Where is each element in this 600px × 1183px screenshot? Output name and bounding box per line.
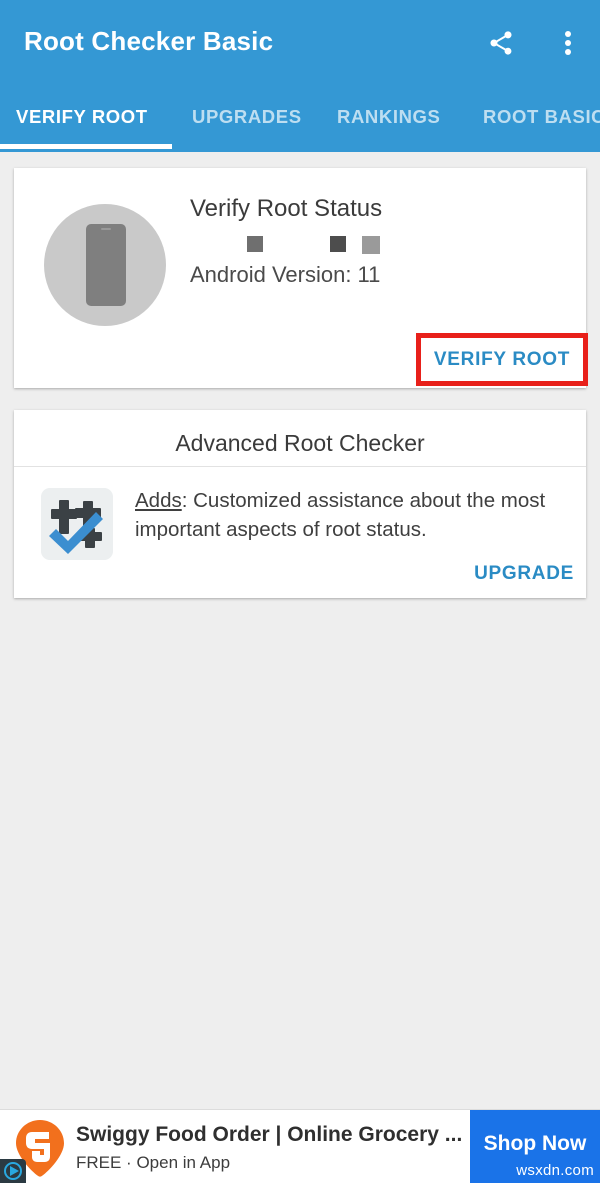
- share-button[interactable]: [478, 20, 524, 66]
- dot: [565, 48, 571, 55]
- overflow-menu-button[interactable]: [548, 20, 588, 66]
- advanced-card-title: Advanced Root Checker: [175, 430, 425, 456]
- more-vert-icon: [565, 28, 571, 57]
- page-title: Root Checker Basic: [24, 26, 274, 56]
- share-icon: [490, 31, 512, 55]
- active-tab-indicator: [0, 144, 172, 149]
- advanced-root-checker-card: Advanced Root Checker Adds: Customized a…: [14, 410, 586, 598]
- tab-bar: VERIFY ROOT UPGRADES RANKINGS ROOT BASIC…: [0, 86, 600, 152]
- app-bar-top: Root Checker Basic: [0, 0, 600, 86]
- placeholder-glyph-box: [330, 236, 346, 252]
- placeholder-glyph-box: [362, 236, 380, 254]
- upgrade-button[interactable]: UPGRADE: [454, 558, 574, 590]
- android-version-label: Android Version: 11: [190, 262, 381, 287]
- tab-root-basics[interactable]: ROOT BASICS: [483, 106, 600, 128]
- tab-rankings[interactable]: RANKINGS: [337, 106, 440, 128]
- phone-device-icon: [86, 224, 126, 306]
- shop-now-label: Shop Now: [483, 1132, 587, 1155]
- avatar: [44, 204, 166, 326]
- verify-root-highlight-box: VERIFY ROOT: [416, 333, 588, 386]
- placeholder-glyph-box: [247, 236, 263, 252]
- verify-root-button[interactable]: VERIFY ROOT: [421, 338, 583, 381]
- divider: [14, 466, 586, 467]
- watermark: wsxdn.com: [516, 1162, 594, 1179]
- status-card-title: Verify Root Status: [190, 195, 383, 222]
- app-icon-graphic: [41, 488, 113, 560]
- content-area: Verify Root Status Android Version: 11 V…: [0, 152, 600, 1109]
- advanced-card-description: Adds: Customized assistance about the mo…: [135, 486, 565, 544]
- dot: [565, 31, 571, 38]
- app-bar: Root Checker Basic VERIFY ROOT UPGRADES …: [0, 0, 600, 152]
- root-checker-app-icon: [41, 488, 113, 560]
- ad-headline: Swiggy Food Order | Online Grocery ...: [76, 1123, 463, 1146]
- description-rest: : Customized assistance about the most i…: [135, 489, 546, 541]
- description-prefix: Adds: [135, 489, 182, 512]
- ad-banner[interactable]: Swiggy Food Order | Online Grocery ... F…: [0, 1109, 600, 1183]
- tab-upgrades[interactable]: UPGRADES: [192, 106, 302, 128]
- ad-subtext: FREE · Open in App: [76, 1153, 231, 1172]
- verify-root-status-card: Verify Root Status Android Version: 11 V…: [14, 168, 588, 388]
- adchoices-graphic: [0, 1159, 26, 1183]
- tab-verify-root[interactable]: VERIFY ROOT: [16, 106, 148, 128]
- dot: [565, 40, 571, 46]
- shop-now-button[interactable]: Shop Now wsxdn.com: [470, 1110, 600, 1183]
- placeholder-glyph-row: [190, 236, 450, 256]
- adchoices-icon[interactable]: [0, 1159, 26, 1183]
